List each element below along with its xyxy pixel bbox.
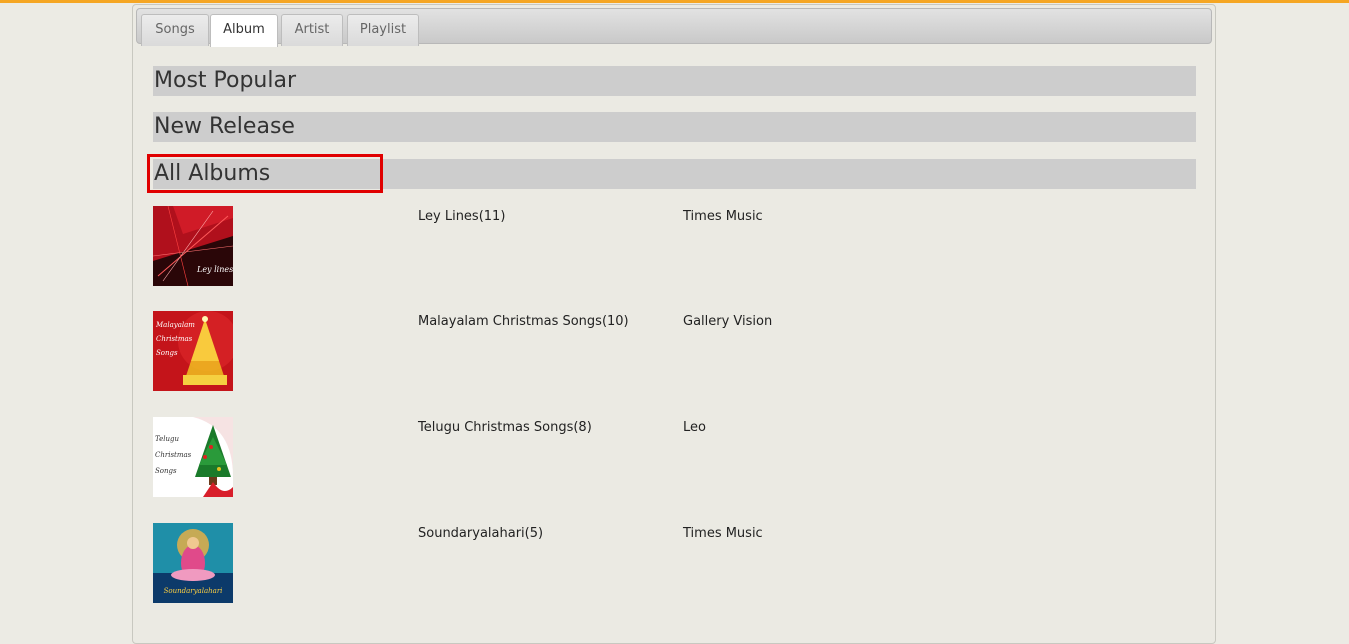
album-title-link[interactable]: Ley Lines(11) bbox=[418, 209, 505, 224]
top-accent-bar bbox=[0, 0, 1349, 3]
all-albums-highlight-box bbox=[147, 154, 383, 193]
album-row-telugu-christmas: Telugu Christmas Songs Telugu Christmas … bbox=[153, 417, 1196, 497]
album-row-malayalam-christmas: Malayalam Christmas Songs Malayalam Chri… bbox=[153, 311, 1196, 391]
album-cover-soundaryalahari[interactable]: Soundaryalahari bbox=[153, 523, 233, 603]
svg-text:Songs: Songs bbox=[156, 349, 178, 357]
tab-songs[interactable]: Songs bbox=[141, 14, 209, 46]
album-title-link[interactable]: Telugu Christmas Songs(8) bbox=[418, 420, 592, 435]
album-label-text: Gallery Vision bbox=[683, 314, 773, 329]
svg-text:Ley lines: Ley lines bbox=[196, 265, 233, 274]
album-label-text: Leo bbox=[683, 420, 706, 435]
album-title-link[interactable]: Malayalam Christmas Songs(10) bbox=[418, 314, 629, 329]
album-cover-malayalam-christmas[interactable]: Malayalam Christmas Songs bbox=[153, 311, 233, 391]
album-label-text: Times Music bbox=[683, 526, 763, 541]
svg-text:Christmas: Christmas bbox=[155, 451, 192, 459]
album-panel: Songs Album Artist Playlist Most Popular… bbox=[132, 4, 1216, 644]
album-row-soundaryalahari: Soundaryalahari Soundaryalahari(5) Times… bbox=[153, 523, 1196, 603]
svg-text:Christmas: Christmas bbox=[156, 335, 193, 343]
album-row-ley-lines: Ley lines Ley Lines(11) Times Music bbox=[153, 206, 1196, 286]
tab-artist[interactable]: Artist bbox=[281, 14, 343, 46]
most-popular-header[interactable]: Most Popular bbox=[153, 66, 1196, 96]
tab-bar: Songs Album Artist Playlist bbox=[136, 8, 1212, 47]
album-title-link[interactable]: Soundaryalahari(5) bbox=[418, 526, 543, 541]
svg-text:Telugu: Telugu bbox=[155, 435, 179, 443]
album-label-text: Times Music bbox=[683, 209, 763, 224]
svg-text:Songs: Songs bbox=[155, 467, 177, 475]
tab-playlist[interactable]: Playlist bbox=[347, 14, 419, 46]
new-release-header[interactable]: New Release bbox=[153, 112, 1196, 142]
album-cover-ley-lines[interactable]: Ley lines bbox=[153, 206, 233, 286]
svg-text:Malayalam: Malayalam bbox=[155, 321, 195, 329]
tab-album[interactable]: Album bbox=[210, 14, 278, 47]
svg-text:Soundaryalahari: Soundaryalahari bbox=[164, 587, 223, 595]
album-cover-telugu-christmas[interactable]: Telugu Christmas Songs bbox=[153, 417, 233, 497]
